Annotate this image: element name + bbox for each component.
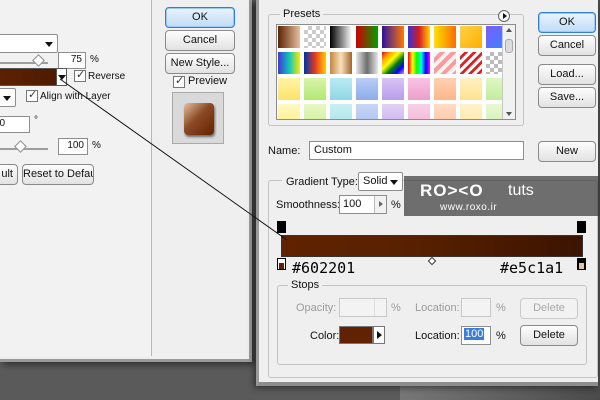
callout-line xyxy=(59,78,288,241)
